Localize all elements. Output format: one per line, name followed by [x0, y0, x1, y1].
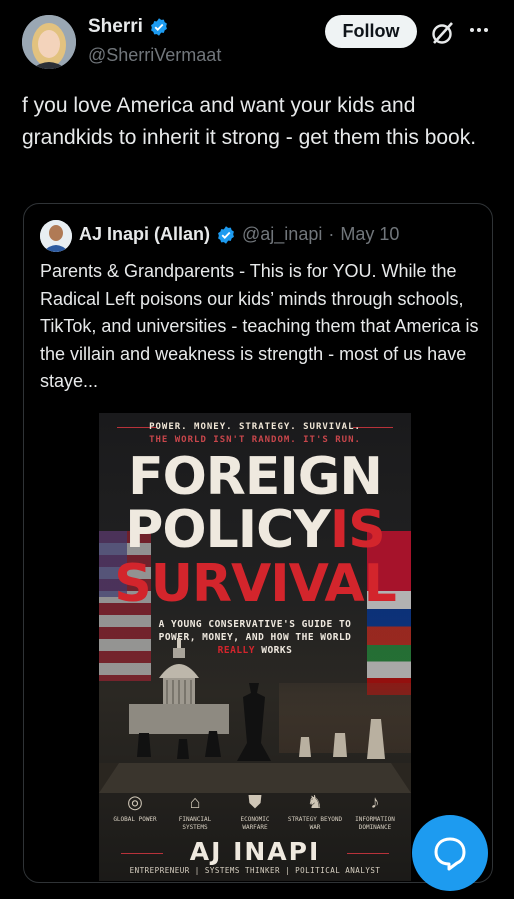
follow-button[interactable]: Follow [325, 15, 417, 48]
microphone-icon: ♪ [370, 792, 380, 812]
book-tagline-2: THE WORLD ISN'T RANDOM. IT'S RUN. [149, 435, 361, 445]
book-cover-image[interactable]: POWER. MONEY. STRATEGY. SURVIVAL. THE WO… [99, 413, 411, 881]
author-handle[interactable]: @SherriVermaat [88, 45, 221, 66]
quoted-author-handle: @aj_inapi [242, 224, 323, 244]
book-author: AJ INAPI [189, 837, 321, 866]
book-title-line-3: SURVIVAL [114, 554, 396, 614]
book-feature-global-power: ◎ GLOBAL POWER [113, 792, 157, 823]
shield-icon: ⛊ [248, 792, 262, 812]
chess-knight-icon: ♞ [306, 792, 324, 812]
author-name-row[interactable]: Sherri [88, 16, 169, 38]
book-tagline-1: POWER. MONEY. STRATEGY. SURVIVAL. [149, 422, 361, 432]
book-title-line-2: POLICYIS [125, 500, 385, 560]
meta-separator: · [328, 224, 335, 244]
grok-icon[interactable] [430, 20, 456, 46]
book-title-line-1: FOREIGN [128, 447, 383, 507]
quoted-tweet-text: Parents & Grandparents - This is for YOU… [40, 261, 479, 391]
author-name[interactable]: Sherri [88, 16, 143, 38]
quoted-date: May 10 [340, 224, 400, 244]
chessboard-illustration [99, 683, 411, 793]
more-options-icon[interactable] [468, 18, 490, 42]
bank-icon: ⌂ [189, 792, 201, 812]
compose-message-button[interactable] [412, 815, 488, 891]
book-feature-economic-warfare: ⛊ ECONOMIC WARFARE [240, 792, 270, 831]
book-feature-information-dominance: ♪ INFORMATION DOMINANCE [355, 792, 395, 831]
chat-bubble-icon [434, 837, 466, 871]
quoted-author-name: AJ Inapi (Allan) [79, 224, 211, 244]
book-feature-strategy-beyond-war: ♞ STRATEGY BEYOND WAR [287, 792, 343, 831]
tweet-text: f you love America and want your kids an… [22, 94, 477, 149]
verified-badge-icon [151, 18, 167, 36]
verified-badge-icon [218, 225, 234, 244]
book-icon-row: ◎ GLOBAL POWER ⌂ FINANCIAL SYSTEMS ⛊ ECO… [107, 791, 403, 832]
author-avatar[interactable] [22, 15, 76, 69]
quoted-header: AJ Inapi (Allan) @aj_inapi · May 10 [79, 224, 399, 245]
book-feature-financial-systems: ⌂ FINANCIAL SYSTEMS [178, 792, 212, 831]
globe-icon: ◎ [127, 792, 143, 812]
book-author-roles: ENTREPRENEUR | SYSTEMS THINKER | POLITIC… [129, 866, 381, 875]
quoted-author-avatar[interactable] [40, 220, 72, 252]
